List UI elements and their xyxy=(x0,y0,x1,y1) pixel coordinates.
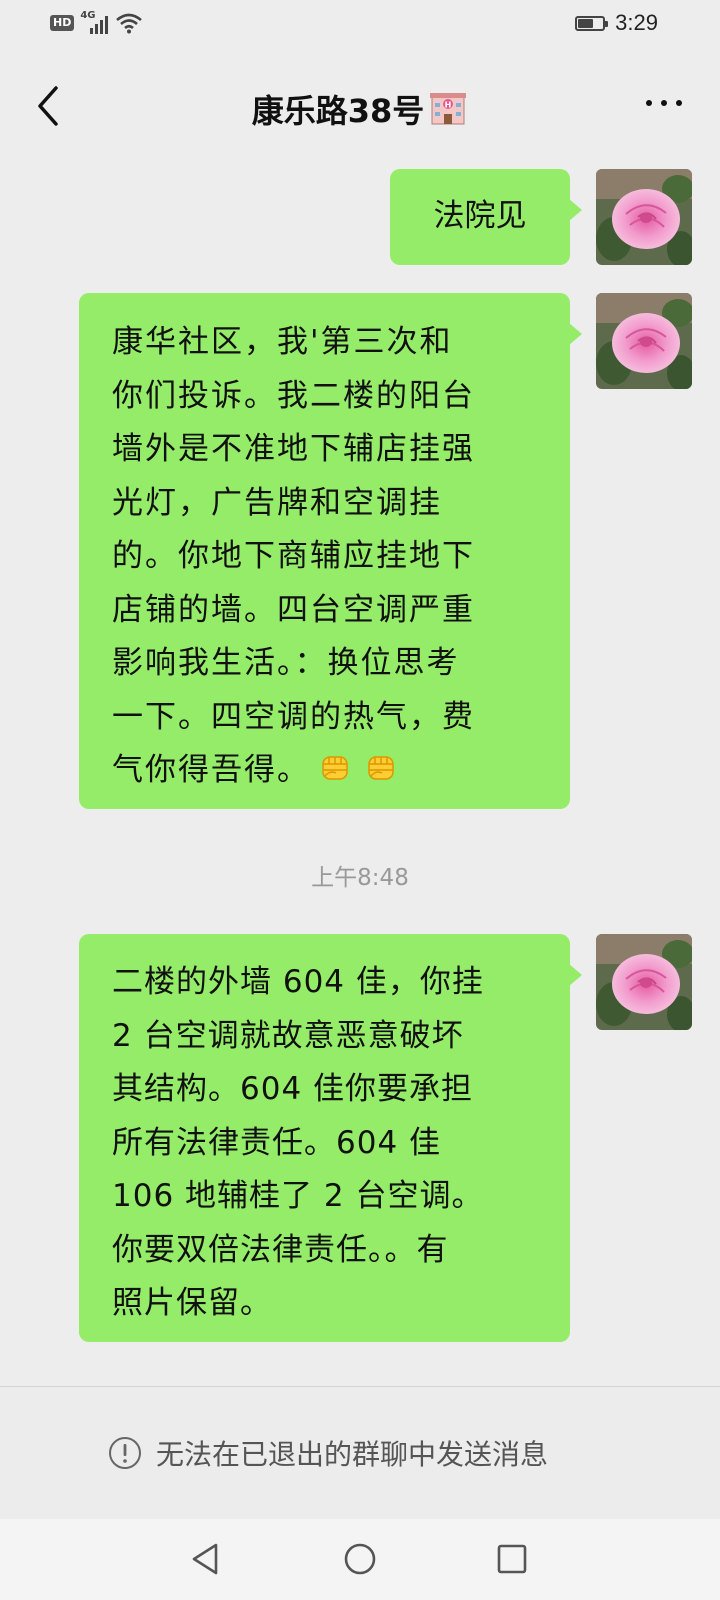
message-bubble[interactable]: 康华社区，我'第三次和 你们投诉。我二楼的阳台 墙外是不准地下辅店挂强 光灯，广… xyxy=(79,293,582,809)
notice-text: 无法在已退出的群聊中发送消息 xyxy=(156,1438,549,1471)
signal-icon: 4G xyxy=(80,10,110,34)
chat-title: 康乐路38号 H xyxy=(0,86,720,132)
status-time: 3:29 xyxy=(615,10,658,35)
pink-rose-avatar xyxy=(596,169,692,265)
fist-emoji xyxy=(354,752,400,788)
message-text: 二楼的外墙 604 佳，你挂 2 台空调就故意恶意破坏 其结构。604 佳你要承… xyxy=(112,964,484,1321)
nav-back-icon[interactable] xyxy=(188,1541,224,1577)
avatar[interactable] xyxy=(596,934,692,1030)
avatar[interactable] xyxy=(596,169,692,265)
status-bar: HD 4G 3:29 xyxy=(0,0,720,48)
exclamation-circle-icon xyxy=(109,1437,141,1469)
message-text: 康华社区，我'第三次和 你们投诉。我二楼的阳台 墙外是不准地下辅店挂强 光灯，广… xyxy=(112,324,475,788)
wifi-icon xyxy=(116,13,143,34)
message-text: 法院见 xyxy=(433,198,527,235)
pink-rose-avatar xyxy=(596,293,692,389)
more-options-icon[interactable] xyxy=(646,100,682,106)
battery-icon xyxy=(575,15,609,31)
svg-text:H: H xyxy=(445,101,452,110)
message-bubble[interactable]: 法院见 xyxy=(390,169,582,265)
hotel-icon: H xyxy=(430,93,467,125)
message-timestamp: 上午8:48 xyxy=(311,865,409,891)
avatar[interactable] xyxy=(596,293,692,389)
fist-emoji xyxy=(310,752,354,788)
chat-header: 康乐路38号 H xyxy=(0,48,720,164)
pink-rose-avatar xyxy=(596,934,692,1030)
left-group-notice: 无法在已退出的群聊中发送消息 xyxy=(0,1386,720,1519)
hd-badge: HD xyxy=(50,15,75,31)
nav-home-icon[interactable] xyxy=(342,1541,378,1577)
network-type: 4G xyxy=(80,10,96,21)
nav-recents-icon[interactable] xyxy=(494,1541,530,1577)
message-bubble[interactable]: 二楼的外墙 604 佳，你挂 2 台空调就故意恶意破坏 其结构。604 佳你要承… xyxy=(79,934,582,1342)
chat-title-text: 康乐路38号 xyxy=(251,92,425,130)
system-nav-bar xyxy=(0,1519,720,1600)
